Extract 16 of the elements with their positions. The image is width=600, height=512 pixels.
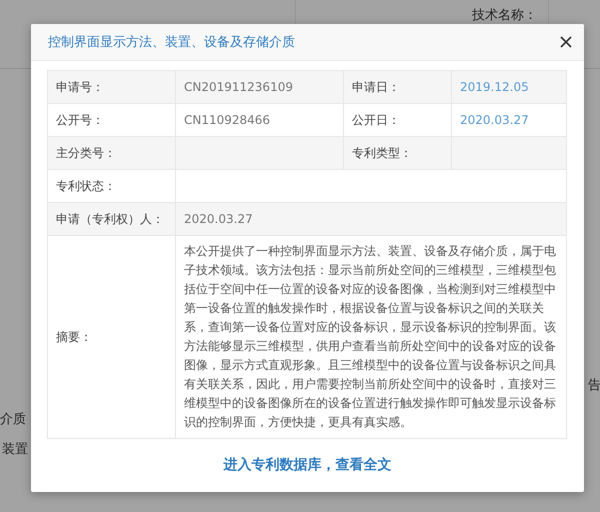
close-icon[interactable] <box>560 36 572 48</box>
field-value: 2019.12.05 <box>452 70 566 104</box>
dialog-title: 控制界面显示方法、装置、设备及存储介质 <box>48 34 295 51</box>
field-label: 专利类型： <box>344 136 452 170</box>
field-label: 申请（专利权）人： <box>48 202 176 236</box>
field-label: 申请号： <box>48 70 176 104</box>
field-value: CN201911236109 <box>176 70 344 104</box>
background-text: 介质 <box>0 411 26 428</box>
background-text: 装置 <box>2 441 28 458</box>
full-text-link[interactable]: 进入专利数据库，查看全文 <box>224 456 392 474</box>
field-label: 主分类号： <box>48 136 176 170</box>
background-text: 技术名称： <box>472 7 537 24</box>
field-label: 摘要： <box>48 236 176 438</box>
field-value: 2020.03.27 <box>176 202 566 236</box>
abstract-text: 本公开提供了一种控制界面显示方法、装置、设备及存储介质，属于电子技术领域。该方法包括：显示当前所处空间的三维模型，三维模型包括位于空间中任一位置的设备对应的设备图像，当检测到对三维模型中第一设备位置的触发操作时，根据设备位置与设备标识之间的关联关系，查询第一设备位置对应的设备标识，显示设备标识的控制界面。该方法能够显示三维模型，供用户查看当前所处空间中的设备对应的设备图像，显示方式直观形象。且三维模型中的设备位置与设备标识之间具有关联关系，因此，用户需要控制当前所处空间中的设备时，直接对三维模型中的设备图像所在的设备位置进行触发操作即可触发显示设备标识的控制界面，方便快捷，更具有真实感。 <box>176 236 566 438</box>
field-label: 申请日： <box>344 70 452 104</box>
